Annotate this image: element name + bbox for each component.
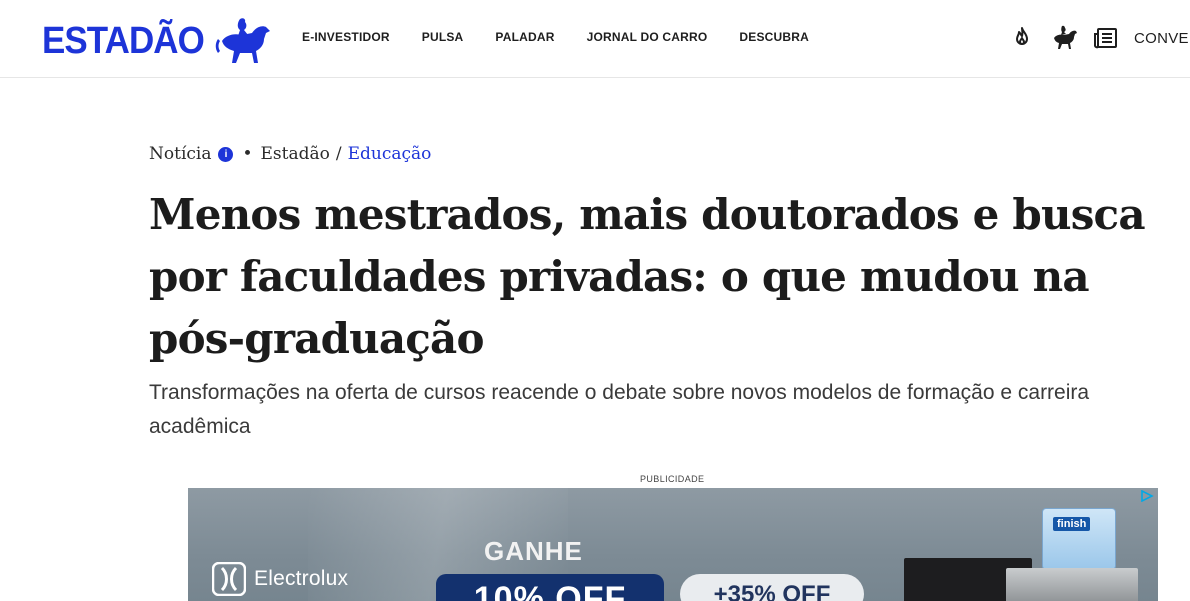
nav-e-investidor[interactable]: E-INVESTIDOR xyxy=(302,30,390,44)
site-header: ESTADÃO E-INVESTIDOR PULSA PALADAR JORNA… xyxy=(0,0,1190,78)
estadao-logo[interactable]: ESTADÃO xyxy=(42,15,274,67)
newspaper-icon[interactable] xyxy=(1092,24,1120,52)
advertisement-banner[interactable]: Electrolux GANHE 10% OFF +35% OFF finish xyxy=(188,488,1158,601)
article-subtitle: Transformações na oferta de cursos reace… xyxy=(149,381,1090,438)
ad-label: PUBLICIDADE xyxy=(640,474,705,484)
article-headline: Menos mestrados, mais doutorados e busca… xyxy=(149,190,1146,363)
ad-offer-primary: 10% OFF xyxy=(436,574,664,601)
ad-dishwasher-steel xyxy=(1006,568,1138,601)
convert-link-truncated[interactable]: CONVE xyxy=(1134,30,1189,47)
header-tools: CONVE xyxy=(1008,24,1189,52)
breadcrumb-section[interactable]: Educação xyxy=(348,144,432,164)
horse-logo-icon xyxy=(215,18,270,63)
bullet-separator: • xyxy=(242,144,253,164)
ad-headline: GANHE xyxy=(484,536,583,566)
nav-descubra[interactable]: DESCUBRA xyxy=(739,30,809,44)
article-type: Notícia xyxy=(149,144,212,164)
flame-icon[interactable] xyxy=(1008,24,1036,52)
nav-pulsa[interactable]: PULSA xyxy=(422,30,464,44)
adchoices-icon[interactable] xyxy=(1140,490,1154,502)
logo-text: ESTADÃO xyxy=(42,20,205,62)
ad-product-tag: finish xyxy=(1053,517,1091,531)
ad-offer-secondary: +35% OFF xyxy=(680,574,864,601)
info-icon[interactable]: i xyxy=(218,146,234,162)
electrolux-logo-icon xyxy=(212,562,246,596)
breadcrumb-slash: / xyxy=(335,144,342,164)
nav-paladar[interactable]: PALADAR xyxy=(495,30,554,44)
ad-brand: Electrolux xyxy=(212,562,348,596)
ad-product-pack: finish xyxy=(1042,508,1116,570)
nav-jornal-do-carro[interactable]: JORNAL DO CARRO xyxy=(587,30,708,44)
horse-icon[interactable] xyxy=(1050,24,1078,52)
breadcrumb: Notícia i • Estadão / Educação xyxy=(149,144,431,164)
breadcrumb-source[interactable]: Estadão xyxy=(261,144,330,164)
ad-brand-name: Electrolux xyxy=(254,567,349,590)
main-nav: E-INVESTIDOR PULSA PALADAR JORNAL DO CAR… xyxy=(302,30,841,44)
